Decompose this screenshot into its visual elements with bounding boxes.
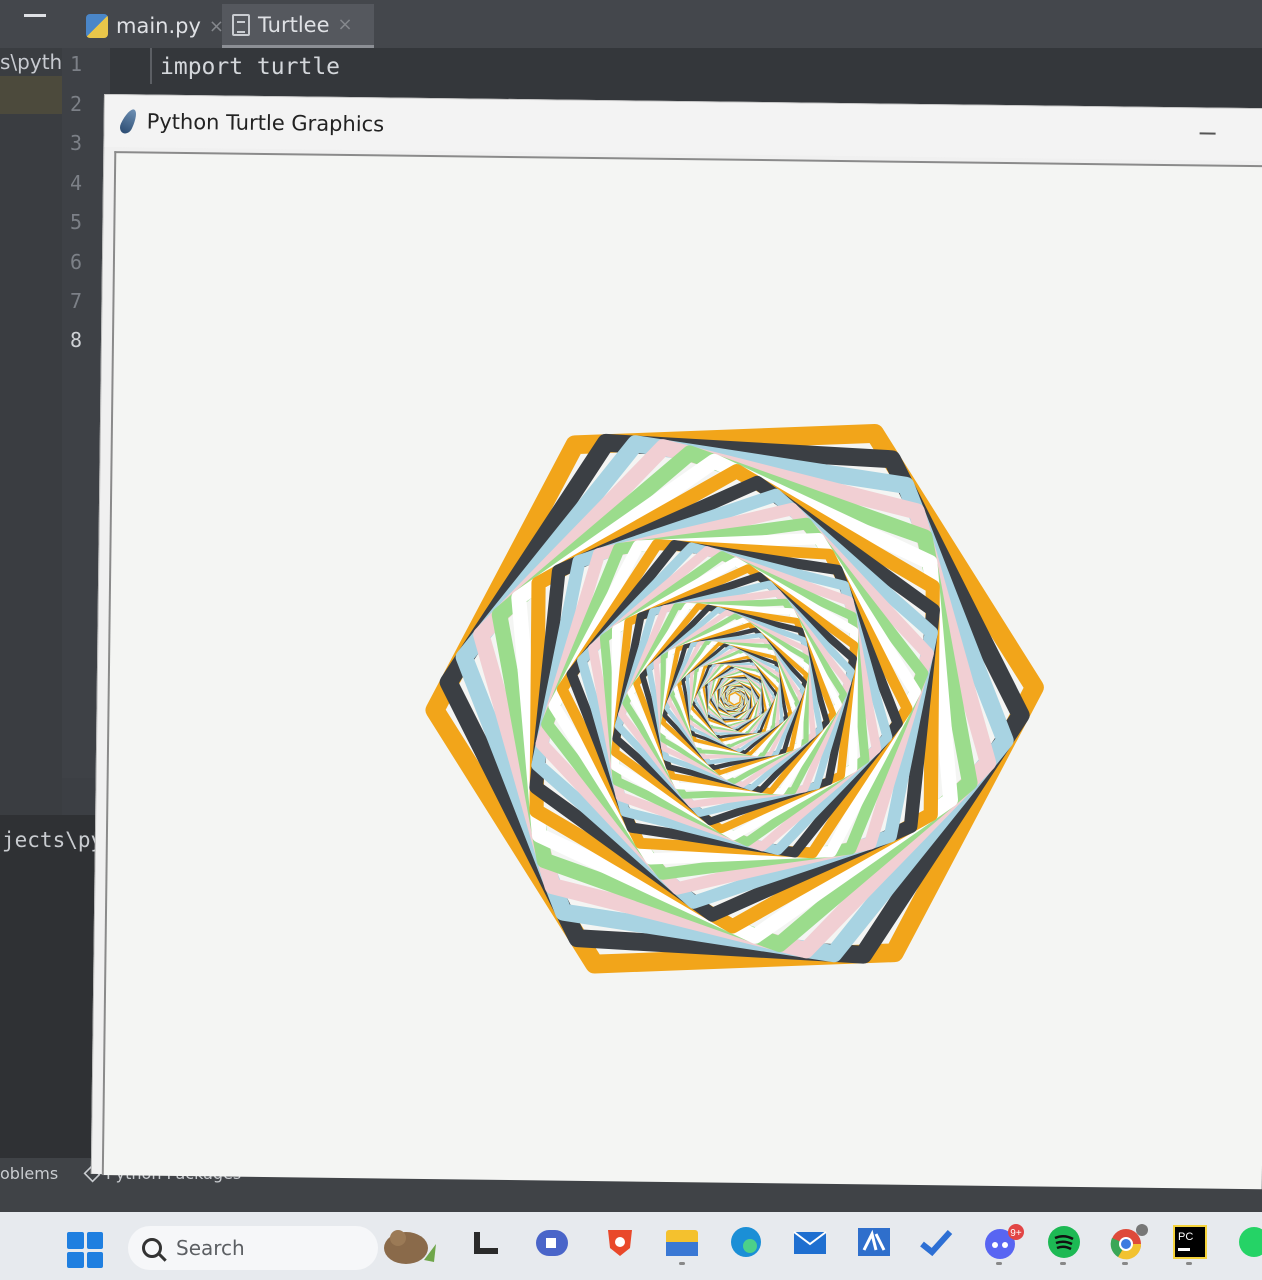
discord-badge: 9+ <box>1010 1228 1022 1239</box>
feather-icon <box>117 106 140 136</box>
svg-text:PC: PC <box>1178 1231 1193 1243</box>
meet-icon[interactable] <box>534 1224 570 1260</box>
chrome-icon[interactable] <box>1108 1224 1154 1260</box>
line-number: 4 <box>70 171 83 195</box>
line-number: 3 <box>70 131 83 155</box>
document-icon <box>232 13 250 36</box>
running-indicator <box>1060 1262 1066 1265</box>
tab-main-py[interactable]: main.py × <box>76 4 234 48</box>
turtle-graphics-window[interactable]: Python Turtle Graphics <box>90 94 1262 1190</box>
edge-icon[interactable] <box>728 1224 764 1260</box>
widgets-animal-icon[interactable] <box>376 1222 446 1266</box>
file-explorer-icon[interactable] <box>664 1224 700 1260</box>
spiral-ring <box>728 691 742 706</box>
task-view-icon[interactable] <box>470 1224 506 1260</box>
line-number: 6 <box>70 250 83 274</box>
line-number: 5 <box>70 210 83 234</box>
taskbar-search[interactable]: Search <box>128 1226 378 1270</box>
turtle-canvas <box>425 424 1044 974</box>
project-path[interactable]: s\pytho <box>0 50 62 74</box>
tab-turtlee[interactable]: Turtlee × <box>222 4 374 48</box>
discord-icon[interactable]: 9+ <box>982 1224 1028 1260</box>
app-icon[interactable] <box>856 1224 892 1260</box>
running-indicator <box>679 1262 685 1265</box>
search-placeholder: Search <box>176 1236 245 1260</box>
hexagon-spiral <box>425 424 1044 974</box>
tool-label: oblems <box>0 1164 59 1183</box>
hide-sidebar-icon[interactable] <box>24 14 46 17</box>
running-indicator <box>1122 1262 1128 1265</box>
editor-margin <box>150 48 152 84</box>
turtle-canvas-frame <box>101 151 1262 1190</box>
line-number: 1 <box>70 52 83 76</box>
python-file-icon <box>86 14 108 38</box>
spotify-icon[interactable] <box>1046 1224 1082 1260</box>
line-number: 7 <box>70 289 83 313</box>
line-number: 2 <box>70 92 83 116</box>
minimize-icon[interactable] <box>1199 132 1216 135</box>
line-number: 8 <box>70 328 83 352</box>
selected-tree-row[interactable] <box>0 76 62 114</box>
search-icon <box>142 1238 162 1258</box>
window-title: Python Turtle Graphics <box>146 109 385 137</box>
running-indicator <box>996 1262 1002 1265</box>
whatsapp-icon[interactable] <box>1236 1224 1262 1260</box>
windows-start-button[interactable] <box>67 1232 103 1268</box>
code-line-1[interactable]: import turtle <box>160 54 340 80</box>
mail-icon[interactable] <box>792 1224 828 1260</box>
tab-label: main.py <box>116 14 201 38</box>
pycharm-icon[interactable]: PC <box>1172 1224 1208 1260</box>
todo-icon[interactable] <box>918 1224 954 1260</box>
brave-icon[interactable] <box>602 1224 638 1260</box>
close-icon[interactable]: × <box>338 14 353 35</box>
problems-tool-button[interactable]: oblems <box>0 1164 58 1183</box>
running-indicator <box>1186 1262 1192 1265</box>
tab-label: Turtlee <box>258 12 330 37</box>
